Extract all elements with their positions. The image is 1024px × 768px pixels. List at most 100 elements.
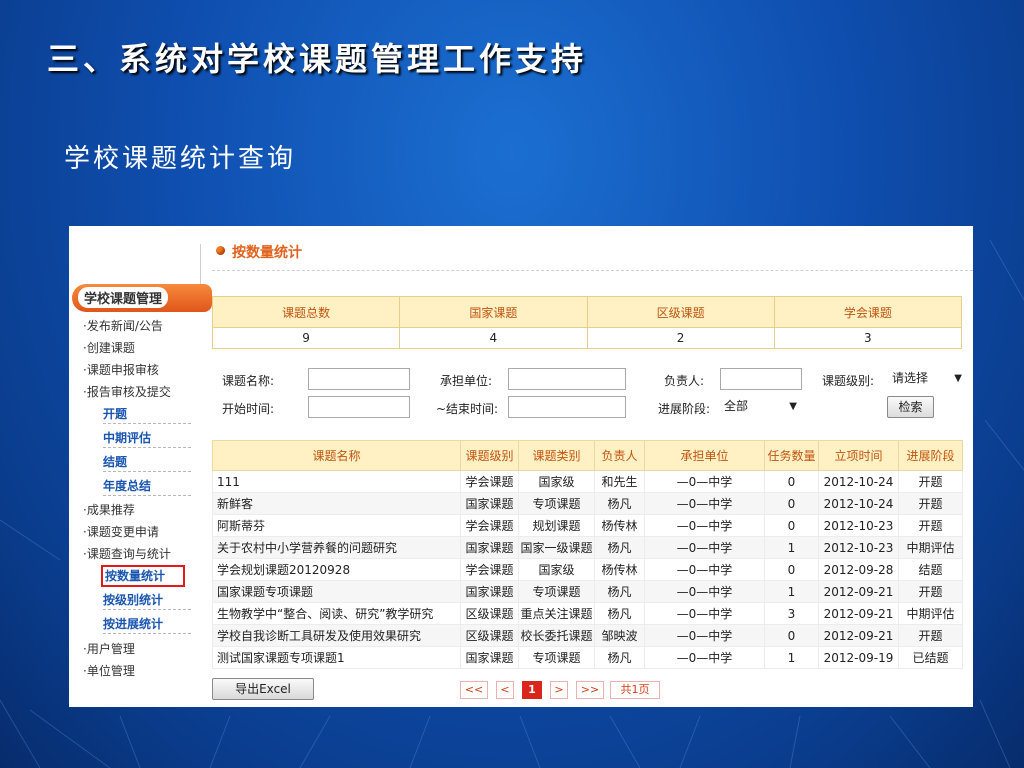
unit-input[interactable] bbox=[508, 368, 626, 390]
stats-header: 学会课题 bbox=[773, 296, 963, 328]
cell-stage: 开题 bbox=[898, 492, 963, 515]
cell-category: 国家级 bbox=[518, 470, 595, 493]
cell-name[interactable]: 111 bbox=[212, 470, 461, 493]
end-date-input[interactable] bbox=[508, 396, 626, 418]
sidebar-item-users[interactable]: ·用户管理 bbox=[83, 640, 135, 657]
cell-unit: —0—中学 bbox=[644, 536, 765, 559]
next-page-button[interactable]: > bbox=[550, 681, 568, 699]
sidebar-item-query[interactable]: ·课题查询与统计 bbox=[83, 545, 171, 562]
cell-category: 国家级 bbox=[518, 558, 595, 581]
column-header-date[interactable]: 立项时间 bbox=[818, 440, 899, 471]
column-header-tasks[interactable]: 任务数量 bbox=[764, 440, 819, 471]
sidebar-subitem-by-progress[interactable]: 按进展统计 bbox=[103, 615, 191, 634]
sidebar-subitem-by-count[interactable]: 按数量统计 bbox=[101, 565, 185, 587]
cell-unit: —0—中学 bbox=[644, 558, 765, 581]
cell-name[interactable]: 阿斯蒂芬 bbox=[212, 514, 461, 537]
table-row[interactable]: 111 学会课题 国家级 和先生 —0—中学 0 2012-10-24 开题 bbox=[212, 470, 963, 493]
slide-title: 三、系统对学校课题管理工作支持 bbox=[47, 40, 588, 78]
sidebar-item-units[interactable]: ·单位管理 bbox=[83, 662, 135, 679]
export-excel-button[interactable]: 导出Excel bbox=[212, 678, 314, 700]
column-header-level[interactable]: 课题级别 bbox=[460, 440, 519, 471]
cell-name[interactable]: 关于农村中小学营养餐的问题研究 bbox=[212, 536, 461, 559]
sidebar-subitem-midterm[interactable]: 中期评估 bbox=[103, 429, 191, 448]
prev-page-button[interactable]: < bbox=[496, 681, 514, 699]
table-row[interactable]: 国家课题专项课题 国家课题 专项课题 杨凡 —0—中学 1 2012-09-21… bbox=[212, 580, 963, 603]
cell-stage: 开题 bbox=[898, 470, 963, 493]
cell-level: 区级课题 bbox=[460, 602, 519, 625]
cell-name[interactable]: 学会规划课题20120928 bbox=[212, 558, 461, 581]
dropdown-arrow-icon: ▼ bbox=[954, 373, 962, 384]
sidebar-divider bbox=[200, 244, 201, 286]
sidebar-subitem-opening[interactable]: 开题 bbox=[103, 405, 191, 424]
column-header-name[interactable]: 课题名称 bbox=[212, 440, 461, 471]
sidebar-item-create[interactable]: ·创建课题 bbox=[83, 339, 135, 356]
table-row[interactable]: 生物教学中“整合、阅读、研究”教学研究 区级课题 重点关注课题 杨凡 —0—中学… bbox=[212, 602, 963, 625]
cell-name[interactable]: 生物教学中“整合、阅读、研究”教学研究 bbox=[212, 602, 461, 625]
slide-subtitle: 学校课题统计查询 bbox=[64, 144, 297, 174]
column-header-owner[interactable]: 负责人 bbox=[594, 440, 645, 471]
cell-date: 2012-09-19 bbox=[818, 646, 899, 669]
table-row[interactable]: 新鲜客 国家课题 专项课题 杨凡 —0—中学 0 2012-10-24 开题 bbox=[212, 492, 963, 515]
cell-tasks: 0 bbox=[764, 624, 819, 647]
level-select[interactable]: 请选择 ▼ bbox=[888, 368, 965, 390]
cell-category: 专项课题 bbox=[518, 646, 595, 669]
stats-header: 课题总数 bbox=[211, 296, 401, 328]
cell-name[interactable]: 测试国家课题专项课题1 bbox=[212, 646, 461, 669]
cell-stage: 开题 bbox=[898, 580, 963, 603]
search-button[interactable]: 检索 bbox=[887, 396, 934, 418]
sidebar-item-change[interactable]: ·课题变更申请 bbox=[83, 523, 159, 540]
cell-name[interactable]: 学校自我诊断工具研发及使用效果研究 bbox=[212, 624, 461, 647]
cell-date: 2012-10-23 bbox=[818, 536, 899, 559]
sidebar-item-news[interactable]: ·发布新闻/公告 bbox=[83, 317, 163, 334]
owner-input[interactable] bbox=[720, 368, 802, 390]
cell-level: 国家课题 bbox=[460, 580, 519, 603]
cell-unit: —0—中学 bbox=[644, 580, 765, 603]
cell-name[interactable]: 国家课题专项课题 bbox=[212, 580, 461, 603]
cell-unit: —0—中学 bbox=[644, 602, 765, 625]
sidebar-header: 学校课题管理 bbox=[72, 284, 212, 312]
sidebar-subitem-annual[interactable]: 年度总结 bbox=[103, 477, 191, 496]
sidebar-item-results[interactable]: ·成果推荐 bbox=[83, 501, 135, 518]
sidebar-item-report[interactable]: ·报告审核及提交 bbox=[83, 383, 171, 400]
cell-tasks: 0 bbox=[764, 492, 819, 515]
table-row[interactable]: 关于农村中小学营养餐的问题研究 国家课题 国家一级课题 杨凡 —0—中学 1 2… bbox=[212, 536, 963, 559]
end-label: ~结束时间: bbox=[436, 402, 499, 416]
cell-stage: 中期评估 bbox=[898, 536, 963, 559]
cell-name[interactable]: 新鲜客 bbox=[212, 492, 461, 515]
cell-date: 2012-10-24 bbox=[818, 470, 899, 493]
stage-select[interactable]: 全部 ▼ bbox=[720, 396, 800, 418]
table-row[interactable]: 学校自我诊断工具研发及使用效果研究 区级课题 校长委托课题 邹映波 —0—中学 … bbox=[212, 624, 963, 647]
cell-date: 2012-09-21 bbox=[818, 624, 899, 647]
stats-value: 2 bbox=[586, 327, 775, 349]
name-input[interactable] bbox=[308, 368, 410, 390]
last-page-button[interactable]: >> bbox=[576, 681, 604, 699]
sidebar-subitem-by-level[interactable]: 按级别统计 bbox=[103, 591, 191, 610]
cell-category: 国家一级课题 bbox=[518, 536, 595, 559]
app-screenshot: 学校课题管理 ·发布新闻/公告 ·创建课题 ·课题申报审核 ·报告审核及提交 开… bbox=[69, 226, 973, 707]
cell-owner: 杨凡 bbox=[594, 492, 645, 515]
bullet-icon bbox=[216, 246, 225, 255]
main-panel: 按数量统计 课题总数 国家课题 区级课题 学会课题 9 4 2 3 课题名称: … bbox=[211, 226, 973, 707]
cell-level: 学会课题 bbox=[460, 514, 519, 537]
start-date-input[interactable] bbox=[308, 396, 410, 418]
owner-label: 负责人: bbox=[664, 374, 705, 388]
cell-tasks: 3 bbox=[764, 602, 819, 625]
cell-owner: 杨凡 bbox=[594, 602, 645, 625]
name-label: 课题名称: bbox=[222, 374, 275, 388]
column-header-unit[interactable]: 承担单位 bbox=[644, 440, 765, 471]
sidebar-item-review[interactable]: ·课题申报审核 bbox=[83, 361, 159, 378]
first-page-button[interactable]: << bbox=[460, 681, 488, 699]
page-total: 共1页 bbox=[610, 681, 660, 699]
cell-level: 学会课题 bbox=[460, 558, 519, 581]
column-header-category[interactable]: 课题类别 bbox=[518, 440, 595, 471]
level-select-value: 请选择 bbox=[892, 371, 929, 385]
table-row[interactable]: 阿斯蒂芬 学会课题 规划课题 杨传林 —0—中学 0 2012-10-23 开题 bbox=[212, 514, 963, 537]
table-row[interactable]: 学会规划课题20120928 学会课题 国家级 杨传林 —0—中学 0 2012… bbox=[212, 558, 963, 581]
sidebar-subitem-closing[interactable]: 结题 bbox=[103, 453, 191, 472]
cell-category: 重点关注课题 bbox=[518, 602, 595, 625]
cell-date: 2012-10-24 bbox=[818, 492, 899, 515]
cell-unit: —0—中学 bbox=[644, 646, 765, 669]
column-header-stage[interactable]: 进展阶段 bbox=[898, 440, 963, 471]
table-row[interactable]: 测试国家课题专项课题1 国家课题 专项课题 杨凡 —0—中学 1 2012-09… bbox=[212, 646, 963, 669]
current-page-button[interactable]: 1 bbox=[522, 681, 542, 699]
